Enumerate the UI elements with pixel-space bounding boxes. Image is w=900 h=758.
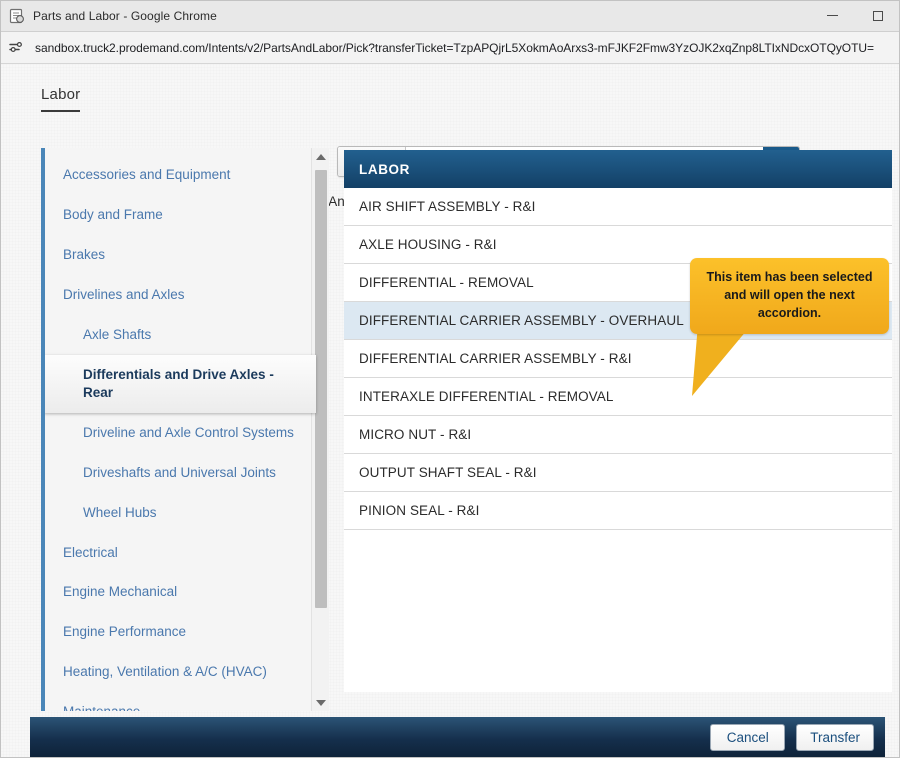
labor-row-list: AIR SHIFT ASSEMBLY - R&I AXLE HOUSING - R… — [344, 188, 892, 530]
sidebar-item[interactable]: Drivelines and Axles — [45, 275, 313, 315]
sidebar-item-label: Electrical — [63, 545, 118, 560]
sidebar-item-label: Drivelines and Axles — [63, 287, 185, 302]
sidebar-item-label: Brakes — [63, 247, 105, 262]
sidebar-item[interactable]: Driveline and Axle Control Systems — [45, 413, 313, 453]
labor-row-label: PINION SEAL - R&I — [359, 503, 479, 518]
labor-row[interactable]: OUTPUT SHAFT SEAL - R&I — [344, 454, 892, 492]
page-content: Labor Search Labor › Drivelines And Ax — [0, 64, 900, 758]
sidebar-item-label: Engine Mechanical — [63, 584, 177, 599]
labor-row[interactable]: PINION SEAL - R&I — [344, 492, 892, 530]
minimize-icon — [827, 15, 838, 16]
labor-row-label: AIR SHIFT ASSEMBLY - R&I — [359, 199, 535, 214]
sidebar-item-label: Maintenance — [63, 704, 140, 711]
sidebar-item[interactable]: Maintenance — [45, 692, 313, 711]
sidebar-item[interactable]: Differentials and Drive Axles - Rear — [44, 355, 316, 413]
maximize-icon — [873, 11, 883, 21]
labor-row[interactable]: DIFFERENTIAL CARRIER ASSEMBLY - R&I — [344, 340, 892, 378]
maximize-button[interactable] — [855, 0, 900, 32]
chevron-up-icon — [316, 154, 326, 160]
sidebar-item[interactable]: Heating, Ventilation & A/C (HVAC) — [45, 652, 313, 692]
sidebar-scrollbar[interactable] — [311, 148, 329, 711]
labor-panel: LABOR AIR SHIFT ASSEMBLY - R&I AXLE HOUSI… — [344, 150, 892, 692]
labor-row-label: OUTPUT SHAFT SEAL - R&I — [359, 465, 537, 480]
site-settings-icon[interactable] — [8, 40, 24, 56]
scrollbar-thumb[interactable] — [315, 170, 327, 608]
sidebar-item[interactable]: Electrical — [45, 533, 313, 573]
page-favicon-icon — [9, 8, 25, 24]
minimize-button[interactable] — [810, 0, 855, 32]
chevron-down-icon — [316, 700, 326, 706]
sidebar-item[interactable]: Driveshafts and Universal Joints — [45, 453, 313, 493]
sidebar-item[interactable]: Wheel Hubs — [45, 493, 313, 533]
tab-labor[interactable]: Labor — [41, 86, 80, 112]
browser-window: Parts and Labor - Google Chrome sandbox.… — [0, 0, 900, 758]
labor-row-label: DIFFERENTIAL CARRIER ASSEMBLY - R&I — [359, 351, 632, 366]
labor-row[interactable]: INTERAXLE DIFFERENTIAL - REMOVAL — [344, 378, 892, 416]
labor-panel-header: LABOR — [344, 150, 892, 188]
labor-row-label: DIFFERENTIAL - REMOVAL — [359, 275, 534, 290]
sidebar-item-label: Differentials and Drive Axles - Rear — [83, 367, 274, 400]
sidebar-item-label: Body and Frame — [63, 207, 163, 222]
sidebar-item-label: Driveshafts and Universal Joints — [83, 465, 276, 480]
sidebar-item-label: Driveline and Axle Control Systems — [83, 425, 294, 440]
sidebar-item[interactable]: Body and Frame — [45, 195, 313, 235]
category-sidebar: Accessories and Equipment Body and Frame B… — [41, 148, 329, 711]
labor-row-label: DIFFERENTIAL CARRIER ASSEMBLY - OVERHAUL — [359, 313, 684, 328]
labor-row[interactable]: AIR SHIFT ASSEMBLY - R&I — [344, 188, 892, 226]
sidebar-item-label: Axle Shafts — [83, 327, 151, 342]
cancel-button[interactable]: Cancel — [710, 724, 785, 751]
sidebar-item[interactable]: Engine Mechanical — [45, 572, 313, 612]
sidebar-item-label: Engine Performance — [63, 624, 186, 639]
window-titlebar: Parts and Labor - Google Chrome — [0, 0, 900, 32]
url-text: sandbox.truck2.prodemand.com/Intents/v2/… — [35, 41, 900, 55]
sidebar-item-label: Accessories and Equipment — [63, 167, 230, 182]
scroll-up-button[interactable] — [312, 148, 329, 165]
sidebar-selection-accent — [41, 355, 44, 413]
window-controls — [810, 0, 900, 32]
sidebar-item-label: Heating, Ventilation & A/C (HVAC) — [63, 664, 267, 679]
labor-row-label: AXLE HOUSING - R&I — [359, 237, 497, 252]
address-bar[interactable]: sandbox.truck2.prodemand.com/Intents/v2/… — [0, 32, 900, 64]
labor-row[interactable]: MICRO NUT - R&I — [344, 416, 892, 454]
labor-row-label: INTERAXLE DIFFERENTIAL - REMOVAL — [359, 389, 614, 404]
transfer-button[interactable]: Transfer — [796, 724, 874, 751]
sidebar-item-label: Wheel Hubs — [83, 505, 157, 520]
sidebar-item[interactable]: Engine Performance — [45, 612, 313, 652]
action-footer: Cancel Transfer — [30, 717, 885, 758]
scroll-down-button[interactable] — [312, 694, 329, 711]
sidebar-item[interactable]: Axle Shafts — [45, 315, 313, 355]
category-list: Accessories and Equipment Body and Frame B… — [45, 148, 313, 711]
sidebar-item[interactable]: Accessories and Equipment — [45, 155, 313, 195]
sidebar-item[interactable]: Brakes — [45, 235, 313, 275]
callout-text: This item has been selected and will ope… — [699, 269, 880, 322]
callout-tooltip: This item has been selected and will ope… — [690, 258, 889, 334]
window-title: Parts and Labor - Google Chrome — [33, 9, 810, 23]
labor-row-label: MICRO NUT - R&I — [359, 427, 471, 442]
